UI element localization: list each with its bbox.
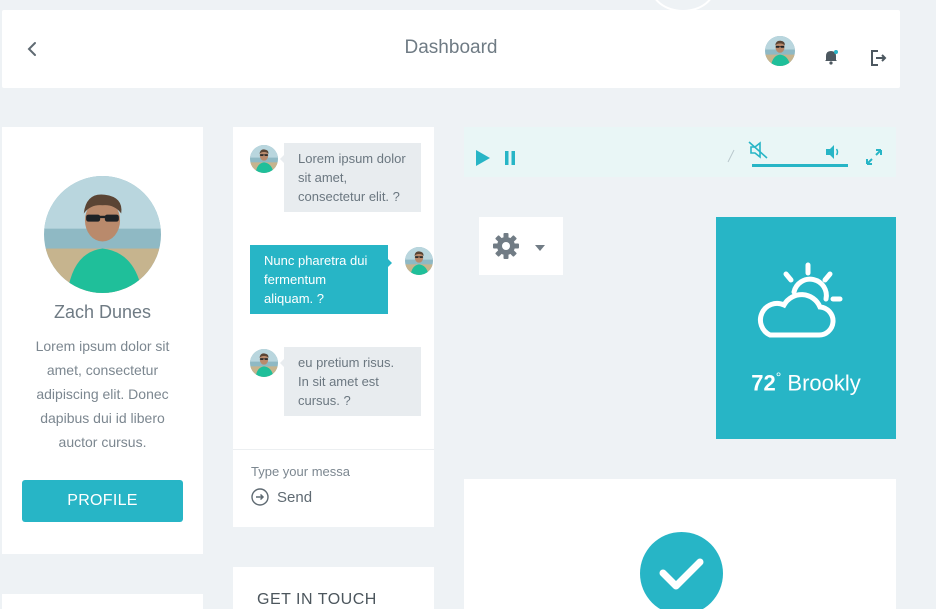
weather-temperature: 72° Brookly: [716, 369, 896, 396]
send-label: Send: [277, 488, 313, 506]
contact-card: GET IN TOUCH: [233, 567, 434, 609]
secondary-card: [2, 594, 203, 609]
chat-message-incoming: Lorem ipsum dolor sit amet, consectetur …: [280, 143, 421, 212]
gear-icon: [491, 231, 521, 266]
profile-name: Zach Dunes: [53, 302, 152, 322]
profile-avatar: [44, 176, 161, 293]
top-bar: Dashboard: [2, 10, 900, 88]
check-icon: [640, 532, 723, 609]
chat-avatar: [250, 145, 278, 173]
partly-sunny-icon: [756, 259, 856, 354]
chat-message-incoming: eu pretium risus. In sit amet est cursus…: [280, 347, 421, 416]
bell-icon[interactable]: [822, 48, 840, 66]
chat-avatar: [405, 247, 433, 275]
media-player: [464, 127, 896, 177]
mute-icon[interactable]: [748, 141, 768, 164]
contact-title: GET IN TOUCH: [257, 591, 377, 608]
fullscreen-icon[interactable]: [866, 149, 882, 170]
divider: [233, 449, 434, 450]
profile-bio: Lorem ipsum dolor sit amet, consectetur …: [35, 338, 170, 450]
chat-message-outgoing: Nunc pharetra dui fermentum aliquam. ?: [250, 245, 392, 314]
confirmation-card: [464, 479, 896, 609]
send-button[interactable]: Send: [251, 488, 312, 506]
message-input[interactable]: [251, 461, 421, 481]
profile-card: Zach Dunes Lorem ipsum dolor sit amet, c…: [2, 127, 203, 554]
degree-symbol: °: [775, 369, 782, 385]
volume-icon[interactable]: [824, 144, 842, 165]
profile-button[interactable]: PROFILE: [22, 480, 183, 522]
avatar[interactable]: [765, 36, 795, 66]
weather-card: 72° Brookly: [716, 217, 896, 439]
temperature-value: 72: [751, 370, 776, 396]
divider-icon: [726, 149, 736, 163]
volume-slider[interactable]: [752, 164, 848, 167]
play-icon[interactable]: [475, 149, 491, 172]
settings-dropdown[interactable]: [479, 217, 563, 275]
chevron-down-icon: [535, 245, 545, 256]
weather-city: Brookly: [787, 370, 861, 396]
chat-avatar: [250, 349, 278, 377]
pause-icon[interactable]: [504, 151, 516, 170]
chat-panel: Lorem ipsum dolor sit amet, consectetur …: [233, 127, 434, 527]
logout-icon[interactable]: [870, 49, 888, 67]
arrow-circle-right-icon: [251, 488, 269, 506]
